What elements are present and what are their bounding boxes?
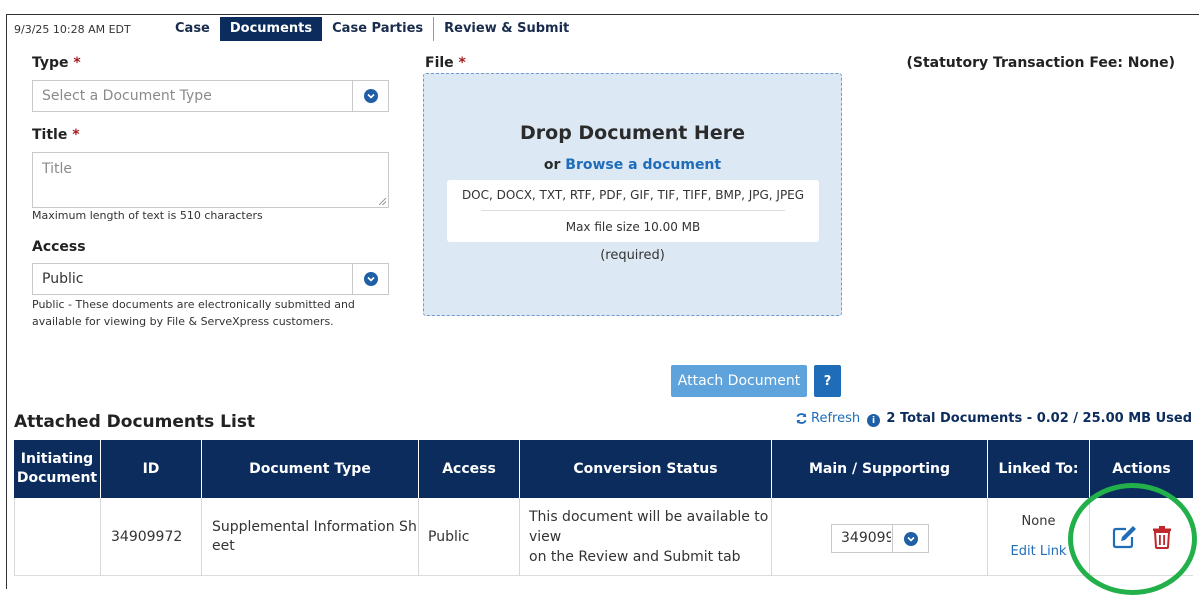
browse-document-link[interactable]: Browse a document	[565, 157, 721, 173]
table-header: Initiating Document ID Document Type Acc…	[14, 440, 1193, 498]
required-mark: *	[73, 55, 81, 71]
document-type-dropdown-button[interactable]	[352, 81, 388, 111]
max-file-size: Max file size 10.00 MB	[565, 220, 701, 234]
title-length-note: Maximum length of text is 510 characters	[32, 209, 263, 222]
total-documents: 2 Total Documents - 0.02 / 25.00 MB Used	[886, 411, 1192, 426]
tab-review-submit[interactable]: Review & Submit	[434, 17, 579, 41]
cell-access: Public	[419, 498, 520, 576]
main-supporting-value: 34909972	[841, 530, 891, 546]
tab-documents[interactable]: Documents	[219, 17, 323, 41]
refresh-link[interactable]: Refresh	[795, 411, 860, 426]
column-header-access: Access	[419, 440, 520, 498]
chevron-down-circle-icon	[903, 531, 918, 546]
resize-handle-icon[interactable]	[379, 198, 386, 205]
title-label: Title *	[32, 127, 80, 143]
attached-documents-table: Initiating Document ID Document Type Acc…	[14, 440, 1193, 578]
drop-title: Drop Document Here	[520, 122, 745, 144]
cell-conversion-status: This document will be available to view …	[520, 498, 772, 576]
cell-initiating	[14, 498, 101, 576]
access-label: Access	[32, 239, 86, 255]
linked-to-value: None	[1021, 514, 1056, 529]
tab-case-parties[interactable]: Case Parties	[322, 17, 433, 41]
chevron-down-circle-icon	[363, 272, 378, 286]
tab-bar: Case Documents Case Parties Review & Sub…	[165, 17, 579, 41]
drop-or-line: or Browse a document	[543, 157, 722, 173]
edit-link[interactable]: Edit Link	[1011, 537, 1067, 567]
refresh-icon	[796, 413, 807, 424]
allowed-file-types: DOC, DOCX, TXT, RTF, PDF, GIF, TIF, TIFF…	[461, 188, 805, 202]
help-button[interactable]: ?	[814, 365, 841, 397]
highlight-circle-annotation	[1068, 483, 1197, 595]
info-icon[interactable]: i	[867, 414, 880, 427]
document-type-placeholder: Select a Document Type	[42, 88, 212, 104]
column-header-initiating: Initiating Document	[14, 440, 101, 498]
column-header-conversion-status: Conversion Status	[520, 440, 772, 498]
required-mark: *	[72, 127, 80, 143]
required-mark: *	[458, 55, 466, 71]
table-row: 34909972 Supplemental Information Sh eet…	[14, 498, 1193, 576]
title-textarea[interactable]: Title	[32, 152, 389, 208]
column-header-main-supporting: Main / Supporting	[772, 440, 988, 498]
column-header-linked-to: Linked To:	[988, 440, 1090, 498]
chevron-down-circle-icon	[363, 89, 378, 103]
attached-documents-title: Attached Documents List	[14, 412, 256, 432]
access-select[interactable]: Public	[32, 263, 389, 295]
cell-id: 34909972	[101, 498, 202, 576]
attach-document-button[interactable]: Attach Document	[671, 365, 807, 397]
timestamp: 9/3/25 10:28 AM EDT	[14, 23, 131, 36]
cell-document-type: Supplemental Information Sh eet	[202, 498, 419, 576]
access-value: Public	[42, 271, 84, 287]
file-drop-zone[interactable]: Drop Document Here or Browse a document …	[423, 73, 842, 316]
statutory-fee: (Statutory Transaction Fee: None)	[906, 55, 1175, 71]
column-header-id: ID	[101, 440, 202, 498]
file-requirements-box: DOC, DOCX, TXT, RTF, PDF, GIF, TIF, TIFF…	[447, 180, 819, 242]
main-supporting-select[interactable]: 34909972	[831, 524, 929, 553]
cell-main-supporting: 34909972	[772, 498, 988, 576]
column-header-document-type: Document Type	[202, 440, 419, 498]
type-label: Type *	[32, 55, 81, 71]
title-placeholder: Title	[42, 161, 73, 177]
divider	[481, 210, 785, 211]
document-type-select[interactable]: Select a Document Type	[32, 80, 389, 112]
access-note: Public - These documents are electronica…	[32, 298, 355, 328]
tab-case[interactable]: Case	[165, 17, 220, 41]
access-dropdown-button[interactable]	[352, 264, 388, 294]
file-required-note: (required)	[600, 248, 665, 263]
main-supporting-dropdown-button[interactable]	[892, 525, 928, 552]
file-label: File *	[425, 55, 466, 71]
